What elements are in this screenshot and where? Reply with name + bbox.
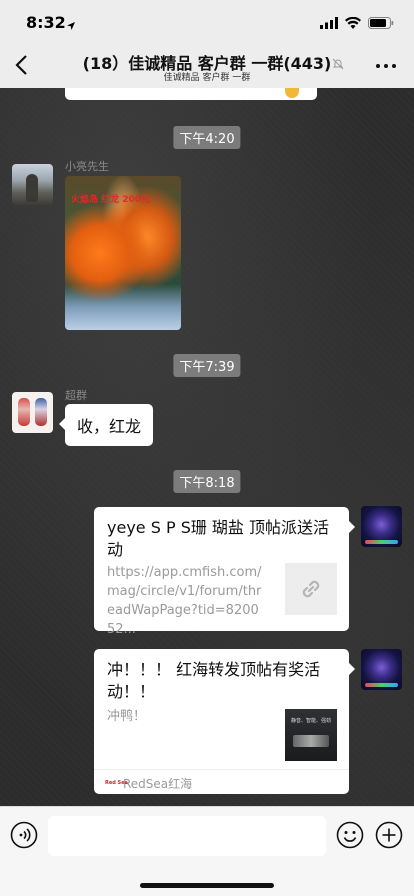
input-bar [0, 806, 414, 896]
message-input[interactable] [48, 816, 326, 856]
top-bar: 8:32 (18）佳诚精品 客户群 一群(443) 佳诚精品 客户群 一群 [0, 0, 414, 88]
avatar[interactable] [361, 506, 402, 547]
timestamp: 下午8:18 [173, 470, 241, 493]
status-time: 8:32 [26, 13, 66, 32]
thumbnail-text: 静音、智能、强劲 [290, 718, 331, 724]
chat-area[interactable]: 下午4:20 小亮先生 火焰岛 红龙 200元 下午7:39 超群 收，红龙 下… [0, 88, 414, 806]
source-name: RedSea红海 [123, 777, 193, 791]
status-icons [320, 14, 394, 33]
previous-message-bubble[interactable] [65, 88, 317, 100]
link-card-message[interactable]: yeye S P S珊 瑚盐 顶帖派送活动 https://app.cmfish… [94, 507, 355, 637]
avatar[interactable] [361, 649, 402, 690]
battery-icon [368, 14, 394, 33]
link-card-title: 冲！！！ 红海转发顶帖有奖活动！！ [107, 660, 321, 701]
mute-icon [332, 55, 344, 74]
link-icon [285, 563, 337, 615]
voice-icon[interactable] [10, 821, 38, 853]
image-message[interactable]: 火焰岛 红龙 200元 [65, 176, 181, 330]
timestamp: 下午7:39 [173, 354, 241, 377]
avatar[interactable] [12, 164, 53, 205]
wifi-icon [345, 14, 361, 33]
link-card-thumbnail: 静音、智能、强劲 [285, 709, 337, 761]
plus-icon[interactable] [375, 821, 403, 853]
location-arrow-icon [66, 16, 76, 35]
sender-name: 超群 [65, 389, 87, 402]
chat-subtitle: 佳诚精品 客户群 一群 [163, 73, 251, 83]
link-card-source: Red Sea RedSea红海 [94, 769, 349, 794]
link-card-title: yeye S P S珊 瑚盐 顶帖派送活动 [107, 518, 330, 559]
link-card-message[interactable]: 冲！！！ 红海转发顶帖有奖活动！！ 冲鸭！ 静音、智能、强劲 Red Sea R… [94, 649, 355, 794]
link-card-description: 冲鸭！ [107, 709, 147, 724]
redsea-logo: Red Sea [105, 780, 128, 786]
signal-icon [320, 14, 338, 33]
home-indicator[interactable] [140, 883, 274, 888]
link-card-url: https://app.cmfish.com/mag/circle/v1/for… [107, 565, 262, 637]
more-icon[interactable] [376, 64, 396, 68]
device-image [293, 735, 329, 747]
sender-name: 小亮先生 [65, 160, 109, 173]
image-caption: 火焰岛 红龙 200元 [71, 195, 151, 205]
avatar[interactable] [12, 392, 53, 433]
text-message[interactable]: 收，红龙 [58, 404, 154, 446]
timestamp: 下午4:20 [173, 126, 241, 149]
emoji-icon[interactable] [336, 821, 364, 853]
back-chevron-icon[interactable] [12, 54, 32, 80]
